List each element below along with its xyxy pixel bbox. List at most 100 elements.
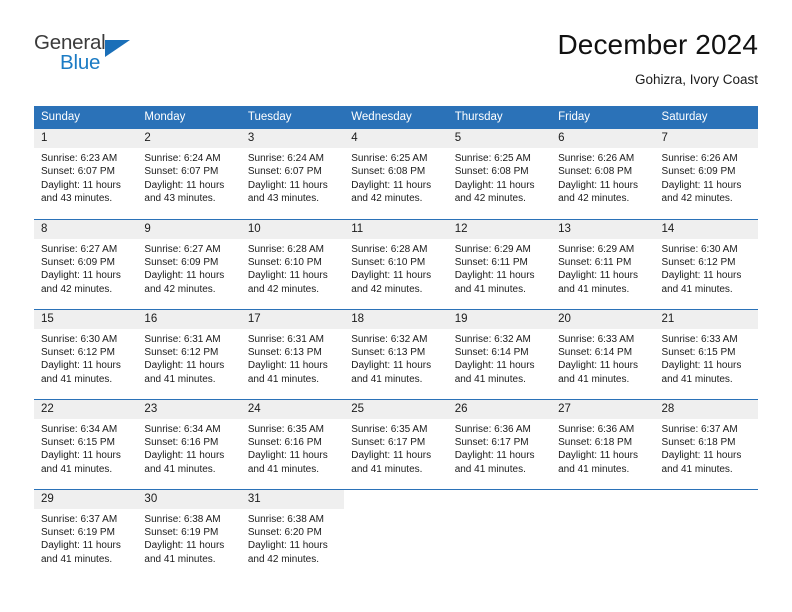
calendar-day-cell[interactable]: 8 Sunrise: 6:27 AM Sunset: 6:09 PM Daylight… — [34, 218, 138, 309]
sunset-text: Sunset: 6:08 PM — [351, 166, 426, 178]
daylight-text-line2: and 41 minutes. — [41, 553, 113, 565]
sunrise-text: Sunrise: 6:25 AM — [454, 153, 531, 164]
calendar-day-cell[interactable]: 21 Sunrise: 6:33 AM Sunset: 6:15 PM Dayligh… — [654, 308, 758, 399]
calendar-cell-empty — [344, 488, 448, 579]
daylight-text-line2: and 41 minutes. — [454, 463, 526, 475]
day-number: 29 — [34, 489, 138, 509]
sunset-text: Sunset: 6:08 PM — [454, 166, 529, 178]
calendar-day-cell[interactable]: 2 Sunrise: 6:24 AM Sunset: 6:07 PM Daylight… — [137, 129, 241, 219]
daylight-text-line1: Daylight: 11 hours — [41, 540, 121, 552]
daylight-text-line1: Daylight: 11 hours — [558, 360, 638, 372]
day-info: Sunrise: 6:36 AM Sunset: 6:18 PM Daylight:… — [551, 419, 654, 477]
calendar-day-cell[interactable]: 28 Sunrise: 6:37 AM Sunset: 6:18 PM Dayligh… — [654, 398, 758, 489]
daylight-text-line2: and 42 minutes. — [247, 283, 320, 295]
day-number: 20 — [551, 309, 655, 329]
calendar-day-cell[interactable]: 5 Sunrise: 6:25 AM Sunset: 6:08 PM Daylight… — [447, 129, 552, 219]
sunrise-text: Sunrise: 6:35 AM — [351, 423, 428, 435]
daylight-text-line1: Daylight: 11 hours — [661, 450, 742, 462]
sunrise-text: Sunrise: 6:37 AM — [661, 423, 738, 435]
calendar-day-cell[interactable]: 17 Sunrise: 6:31 AM Sunset: 6:13 PM Dayligh… — [240, 308, 345, 399]
sunrise-text: Sunrise: 6:28 AM — [351, 243, 428, 255]
calendar-day-cell[interactable]: 14 Sunrise: 6:30 AM Sunset: 6:12 PM Dayligh… — [654, 218, 758, 309]
calendar-day-cell[interactable]: 27 Sunrise: 6:36 AM Sunset: 6:18 PM Dayligh… — [551, 398, 655, 489]
calendar-day-cell[interactable]: 22 Sunrise: 6:34 AM Sunset: 6:15 PM Dayligh… — [34, 398, 138, 489]
calendar-day-cell[interactable]: 20 Sunrise: 6:33 AM Sunset: 6:14 PM Dayligh… — [551, 308, 655, 399]
daylight-text-line1: Daylight: 11 hours — [41, 270, 121, 282]
calendar-day-cell[interactable]: 7 Sunrise: 6:26 AM Sunset: 6:09 PM Daylight… — [654, 129, 758, 219]
calendar-day-cell[interactable]: 4 Sunrise: 6:25 AM Sunset: 6:08 PM Daylight… — [344, 129, 448, 219]
day-number: 7 — [654, 129, 758, 148]
daylight-text-line1: Daylight: 11 hours — [247, 450, 328, 462]
daylight-text-line1: Daylight: 11 hours — [351, 270, 432, 282]
calendar-day-cell[interactable]: 19 Sunrise: 6:32 AM Sunset: 6:14 PM Dayligh… — [447, 308, 552, 399]
calendar-cell-empty — [551, 488, 655, 579]
page-header: General Blue December 2024 Gohizra, Ivor… — [34, 28, 758, 98]
day-info: Sunrise: 6:26 AM Sunset: 6:09 PM Daylight:… — [655, 148, 758, 206]
sunset-text: Sunset: 6:11 PM — [558, 256, 632, 268]
sunset-text: Sunset: 6:15 PM — [661, 346, 736, 358]
calendar-day-cell[interactable]: 30 Sunrise: 6:38 AM Sunset: 6:19 PM Dayligh… — [137, 488, 241, 579]
sunset-text: Sunset: 6:16 PM — [144, 436, 219, 448]
calendar-week-row: 8 Sunrise: 6:27 AM Sunset: 6:09 PM Daylight… — [34, 218, 758, 309]
calendar-day-cell[interactable]: 16 Sunrise: 6:31 AM Sunset: 6:12 PM Dayligh… — [137, 308, 241, 399]
calendar-day-cell[interactable]: 26 Sunrise: 6:36 AM Sunset: 6:17 PM Dayligh… — [447, 398, 552, 489]
sunset-text: Sunset: 6:14 PM — [558, 346, 633, 358]
calendar-day-cell[interactable]: 12 Sunrise: 6:29 AM Sunset: 6:11 PM Dayligh… — [447, 218, 552, 309]
calendar-header-row: Sunday Monday Tuesday Wednesday Thursday Frid… — [34, 106, 758, 129]
sunset-text: Sunset: 6:14 PM — [454, 346, 529, 358]
calendar-day-cell[interactable]: 18 Sunrise: 6:32 AM Sunset: 6:13 PM Dayligh… — [344, 308, 448, 399]
day-number: 1 — [34, 129, 138, 148]
sunrise-text: Sunrise: 6:36 AM — [454, 423, 531, 435]
sunrise-text: Sunrise: 6:37 AM — [41, 513, 118, 525]
daylight-text-line2: and 42 minutes. — [351, 283, 423, 295]
calendar-day-cell[interactable]: 24 Sunrise: 6:35 AM Sunset: 6:16 PM Dayligh… — [240, 398, 345, 489]
sunrise-text: Sunrise: 6:30 AM — [41, 333, 118, 345]
calendar-day-cell[interactable]: 31 Sunrise: 6:38 AM Sunset: 6:20 PM Dayligh… — [240, 488, 345, 579]
sunrise-text: Sunrise: 6:24 AM — [144, 153, 221, 164]
daylight-text-line1: Daylight: 11 hours — [454, 450, 535, 462]
daylight-text-line1: Daylight: 11 hours — [247, 179, 328, 191]
calendar-day-cell[interactable]: 6 Sunrise: 6:26 AM Sunset: 6:08 PM Daylight… — [551, 129, 655, 219]
sunrise-text: Sunrise: 6:34 AM — [41, 423, 118, 435]
day-number: 16 — [137, 309, 241, 329]
sunrise-text: Sunrise: 6:38 AM — [247, 513, 324, 525]
calendar-day-cell[interactable]: 3 Sunrise: 6:24 AM Sunset: 6:07 PM Daylight… — [240, 129, 345, 219]
day-info: Sunrise: 6:35 AM Sunset: 6:17 PM Daylight:… — [344, 419, 447, 477]
day-number: 22 — [34, 399, 138, 419]
daylight-text-line1: Daylight: 11 hours — [351, 179, 432, 191]
daylight-text-line1: Daylight: 11 hours — [661, 179, 742, 191]
calendar-day-cell[interactable]: 9 Sunrise: 6:27 AM Sunset: 6:09 PM Daylight… — [137, 218, 241, 309]
calendar-day-cell[interactable]: 15 Sunrise: 6:30 AM Sunset: 6:12 PM Dayligh… — [34, 308, 138, 399]
calendar-week-row: 15 Sunrise: 6:30 AM Sunset: 6:12 PM Dayligh… — [34, 308, 758, 399]
day-info: Sunrise: 6:32 AM Sunset: 6:14 PM Daylight:… — [448, 329, 551, 387]
page-subtitle: Gohizra, Ivory Coast — [634, 72, 758, 87]
calendar-day-cell[interactable]: 29 Sunrise: 6:37 AM Sunset: 6:19 PM Dayligh… — [34, 488, 138, 579]
sunrise-text: Sunrise: 6:32 AM — [454, 333, 531, 345]
calendar-day-cell[interactable]: 25 Sunrise: 6:35 AM Sunset: 6:17 PM Dayligh… — [344, 398, 448, 489]
daylight-text-line2: and 41 minutes. — [41, 463, 113, 475]
daylight-text-line1: Daylight: 11 hours — [41, 179, 121, 191]
daylight-text-line2: and 41 minutes. — [247, 463, 320, 475]
calendar-day-cell[interactable]: 23 Sunrise: 6:34 AM Sunset: 6:16 PM Dayligh… — [137, 398, 241, 489]
day-info: Sunrise: 6:29 AM Sunset: 6:11 PM Daylight:… — [448, 239, 551, 297]
sunrise-text: Sunrise: 6:31 AM — [144, 333, 221, 345]
generalblue-logo[interactable]: General Blue — [34, 32, 154, 88]
daylight-text-line1: Daylight: 11 hours — [454, 179, 535, 191]
daylight-text-line1: Daylight: 11 hours — [558, 179, 638, 191]
sunset-text: Sunset: 6:17 PM — [454, 436, 529, 448]
calendar-day-cell[interactable]: 11 Sunrise: 6:28 AM Sunset: 6:10 PM Dayligh… — [344, 218, 448, 309]
day-number: 12 — [447, 219, 552, 239]
day-info: Sunrise: 6:30 AM Sunset: 6:12 PM Daylight:… — [34, 329, 137, 387]
daylight-text-line2: and 42 minutes. — [144, 283, 216, 295]
calendar-week-row: 1 Sunrise: 6:23 AM Sunset: 6:07 PM Daylight… — [34, 129, 758, 219]
day-info: Sunrise: 6:37 AM Sunset: 6:18 PM Daylight:… — [655, 419, 758, 477]
day-info: Sunrise: 6:29 AM Sunset: 6:11 PM Daylight:… — [551, 239, 654, 297]
sunset-text: Sunset: 6:07 PM — [144, 166, 219, 178]
title-block: December 2024 Gohizra, Ivory Coast — [557, 28, 758, 90]
daylight-text-line2: and 42 minutes. — [558, 193, 630, 205]
calendar-day-cell[interactable]: 13 Sunrise: 6:29 AM Sunset: 6:11 PM Dayligh… — [551, 218, 655, 309]
daylight-text-line2: and 42 minutes. — [41, 283, 113, 295]
daylight-text-line2: and 41 minutes. — [558, 463, 630, 475]
calendar-day-cell[interactable]: 1 Sunrise: 6:23 AM Sunset: 6:07 PM Daylight… — [34, 129, 138, 219]
calendar-day-cell[interactable]: 10 Sunrise: 6:28 AM Sunset: 6:10 PM Dayligh… — [240, 218, 345, 309]
